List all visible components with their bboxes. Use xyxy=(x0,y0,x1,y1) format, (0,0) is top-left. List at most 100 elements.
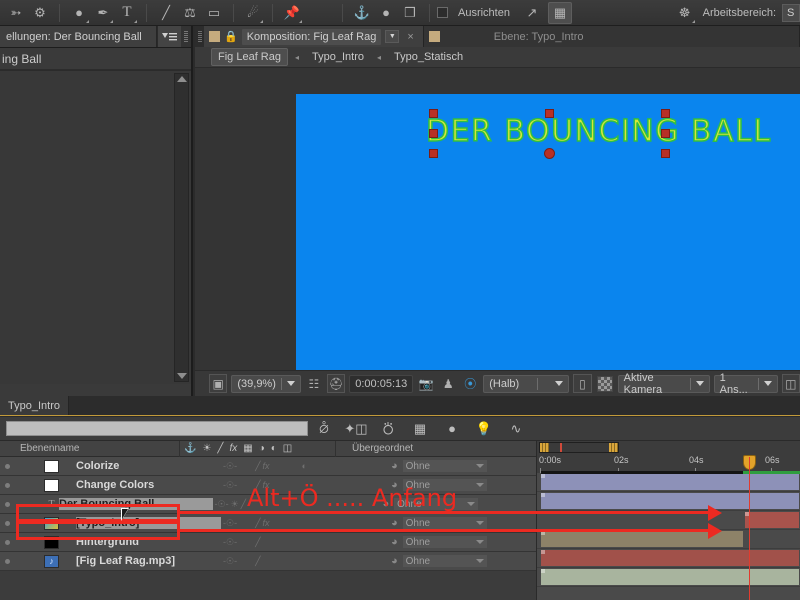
parent-select[interactable]: Ohne xyxy=(401,516,488,530)
chevron-down-icon[interactable]: ▼ xyxy=(385,30,400,43)
chevron-down-icon[interactable] xyxy=(475,464,484,468)
layer-parent[interactable]: ◕ Ohne xyxy=(377,459,536,473)
shape-ellipse-icon[interactable]: ● xyxy=(67,2,91,24)
work-area-bar[interactable] xyxy=(539,442,619,453)
layer-parent[interactable]: ◕ Ohne xyxy=(377,554,536,568)
layer-switches[interactable]: -☉- ╱ fx ◐ xyxy=(221,457,377,476)
breadcrumb-item-fig-leaf-rag[interactable]: Fig Leaf Rag xyxy=(211,48,288,66)
mask-transform-icon[interactable]: ❒ xyxy=(398,2,422,24)
grid-guides-icon[interactable]: ☷ xyxy=(305,374,323,393)
layer-switches[interactable]: -☉- ╱ xyxy=(221,533,377,552)
visibility-toggle[interactable] xyxy=(0,552,14,571)
chevron-down-icon[interactable] xyxy=(475,483,484,487)
timeline-tab-typo-intro[interactable]: Typo_Intro xyxy=(0,396,69,415)
composition-panel-grip[interactable] xyxy=(195,26,204,47)
chevron-down-icon[interactable] xyxy=(475,559,484,563)
chevron-down-icon[interactable] xyxy=(467,502,476,506)
tab-ebene-typo-intro[interactable]: Ebene: Typo_Intro xyxy=(423,26,800,47)
current-timecode[interactable]: 0:00:05:13 xyxy=(349,374,414,393)
sun-icon[interactable]: ☀ xyxy=(231,499,239,510)
quality-icon[interactable]: ╱ xyxy=(241,499,246,510)
tab-komposition-fig-leaf-rag[interactable]: 🔒 Komposition: Fig Leaf Rag ▼ × xyxy=(204,26,424,47)
anchor-icon[interactable]: -☉- xyxy=(223,537,237,548)
layer-parent[interactable]: ◕ Ohne xyxy=(377,535,536,549)
visibility-toggle[interactable] xyxy=(0,476,14,495)
solo-toggle[interactable] xyxy=(29,476,44,495)
scroll-down-icon[interactable] xyxy=(176,373,187,379)
layer-name[interactable]: Colorize xyxy=(76,460,221,472)
audio-toggle[interactable] xyxy=(14,457,29,476)
selection-handle[interactable] xyxy=(545,109,554,118)
breadcrumb-item-typo-intro[interactable]: Typo_Intro xyxy=(306,49,370,65)
brainstorm-icon[interactable]: 💡 xyxy=(468,418,500,440)
layer-bar[interactable] xyxy=(541,474,799,490)
region-of-interest-icon[interactable]: ⛑ xyxy=(326,374,346,393)
layer-bar[interactable] xyxy=(541,493,799,509)
solo-toggle[interactable] xyxy=(29,552,44,571)
anchor-icon[interactable]: -☉- xyxy=(223,480,237,491)
transparency-grid-icon[interactable] xyxy=(596,374,614,393)
effect-controls-tab[interactable]: ellungen: Der Bouncing Ball xyxy=(0,26,157,47)
playhead-line[interactable] xyxy=(749,457,750,600)
track-row[interactable] xyxy=(537,473,800,492)
snapping-icon[interactable]: ↗ xyxy=(520,2,544,24)
anchor-icon[interactable]: -☉- xyxy=(223,461,237,472)
chevron-down-icon[interactable] xyxy=(475,521,484,525)
parent-select[interactable]: Ohne xyxy=(401,554,488,568)
layer-name[interactable]: Change Colors xyxy=(76,479,221,491)
timeline-ruler[interactable]: 0:00s 02s 04s 06s ┊ xyxy=(536,441,800,473)
selection-handle[interactable] xyxy=(429,109,438,118)
hide-shy-layers-icon[interactable]: ⛣ xyxy=(372,418,404,440)
layer-bar[interactable] xyxy=(745,512,799,528)
comp-text-layer[interactable]: DER BOUNCING BALL xyxy=(425,113,772,150)
show-snapshot-icon[interactable]: ♟ xyxy=(439,374,457,393)
layer-name[interactable]: [Fig Leaf Rag.mp3] xyxy=(76,555,221,567)
chevron-down-icon[interactable] xyxy=(475,540,484,544)
lock-icon[interactable]: 🔒 xyxy=(224,30,238,43)
quality-icon[interactable]: ╱ xyxy=(255,518,260,529)
camera-icon[interactable]: 📷 xyxy=(417,374,435,393)
parent-select[interactable]: Ohne xyxy=(401,535,488,549)
table-row[interactable]: Colorize -☉- ╱ fx ◐ ◕ Ohne xyxy=(0,457,536,476)
track-row[interactable] xyxy=(537,549,800,568)
puppet-pin-icon[interactable]: 📌 xyxy=(280,2,304,24)
panel-grip[interactable] xyxy=(181,26,191,47)
live-update-icon[interactable]: ⦲ xyxy=(308,418,340,440)
composition-viewer[interactable]: DER BOUNCING BALL xyxy=(195,68,800,378)
track-row[interactable] xyxy=(537,492,800,511)
draft-3d-icon[interactable]: ✦◫ xyxy=(340,418,372,440)
eraser-icon[interactable]: ▭ xyxy=(202,2,226,24)
arrow-select-icon[interactable]: ➳ xyxy=(4,2,28,24)
pen-icon[interactable]: ✒ xyxy=(91,2,115,24)
visibility-toggle[interactable] xyxy=(0,533,14,552)
quality-icon[interactable]: ╱ xyxy=(255,556,260,567)
breadcrumb-item-typo-statisch[interactable]: Typo_Statisch xyxy=(388,49,469,65)
zoom-select[interactable]: (39,9%) xyxy=(231,374,301,393)
layer-switches[interactable]: -☉- ╱ xyxy=(221,552,377,571)
visibility-toggle[interactable] xyxy=(0,495,14,514)
workspace-select[interactable]: S xyxy=(782,3,800,22)
chevron-down-icon[interactable] xyxy=(286,381,295,386)
panel-menu-icon[interactable] xyxy=(157,26,181,47)
column-header-layername[interactable]: Ebenenname xyxy=(0,440,180,457)
visibility-toggle[interactable] xyxy=(0,457,14,476)
region-of-interest-icon[interactable]: ▦ xyxy=(547,1,572,24)
table-row[interactable]: ♪ [Fig Leaf Rag.mp3] -☉- ╱ ◕ Ohne xyxy=(0,552,536,571)
work-area-middle[interactable] xyxy=(549,443,609,452)
selection-handle[interactable] xyxy=(661,109,670,118)
search-input[interactable] xyxy=(6,421,308,436)
quality-icon[interactable]: ╱ xyxy=(255,537,260,548)
parent-select[interactable]: Ohne xyxy=(401,459,488,473)
effect-controls-scrollbar[interactable] xyxy=(174,73,189,382)
camera-select[interactable]: Aktive Kamera xyxy=(617,372,710,396)
selection-handle[interactable] xyxy=(429,149,438,158)
chevron-down-icon[interactable] xyxy=(695,381,704,386)
layer-bar[interactable] xyxy=(541,550,799,566)
selection-handle[interactable] xyxy=(429,129,438,138)
solo-toggle[interactable] xyxy=(29,457,44,476)
work-area-end-handle[interactable] xyxy=(609,443,618,452)
anchor-icon[interactable]: -☉- xyxy=(215,499,229,510)
timeline-track-area[interactable] xyxy=(536,457,800,600)
track-row[interactable] xyxy=(537,530,800,549)
layer-parent[interactable]: ◕ Ohne xyxy=(377,516,536,530)
